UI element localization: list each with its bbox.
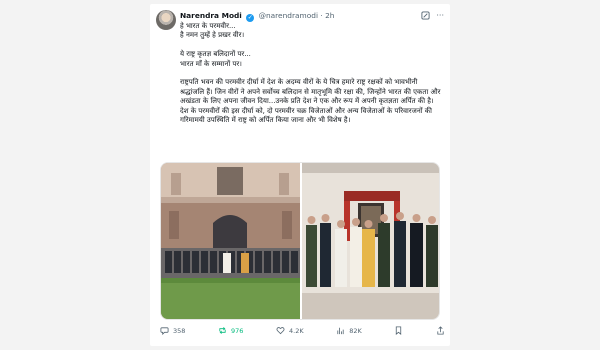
tweet-media[interactable] <box>160 162 440 320</box>
repost-count: 976 <box>231 326 244 335</box>
verified-badge-icon: ✓ <box>246 14 255 22</box>
photo-dignitaries-indoor-image <box>302 163 439 319</box>
repost-button[interactable]: 976 <box>218 326 243 335</box>
separator-dot: · <box>320 11 323 20</box>
views-icon <box>337 327 344 335</box>
photo-dignitaries-indoor[interactable] <box>302 163 439 319</box>
reply-count: 358 <box>173 326 186 335</box>
views-count: 82K <box>349 326 362 335</box>
tweet-time[interactable]: 2h <box>325 11 334 20</box>
share-button[interactable] <box>436 326 445 335</box>
like-icon <box>276 327 285 335</box>
bookmark-icon <box>396 326 402 335</box>
author-handle[interactable]: @narendramodi <box>259 11 318 20</box>
views-button[interactable]: 82K <box>336 326 362 335</box>
tweet-header: Narendra Modi ✓ @narendramodi · 2h <box>180 11 334 22</box>
like-count: 4.2K <box>289 326 304 335</box>
reply-button[interactable]: 358 <box>160 326 185 335</box>
tweet-actions: 358 976 4.2K 82K <box>160 326 445 335</box>
avatar[interactable] <box>156 10 176 30</box>
tweet-paragraph-2: ये राष्ट्र कृतज्ञ बलिदानों पर... भारत मा… <box>180 50 251 68</box>
photo-group-at-building[interactable] <box>161 163 300 319</box>
like-button[interactable]: 4.2K <box>276 326 304 335</box>
share-icon <box>437 326 444 335</box>
tweet-card[interactable]: Narendra Modi ✓ @narendramodi · 2h ··· ह… <box>150 4 450 346</box>
tweet-text: हे भारत के परमवीर... है नमन तुम्हें हे प… <box>180 22 442 135</box>
repost-icon <box>219 327 226 334</box>
tweet-paragraph-3: राष्ट्रपति भवन की परमवीर दीर्घा में देश … <box>180 78 441 125</box>
photo-group-at-building-image <box>161 163 300 319</box>
tweet-paragraph-1: हे भारत के परमवीर... है नमन तुम्हें हे प… <box>180 22 245 40</box>
reply-icon <box>160 327 169 335</box>
bookmark-button[interactable] <box>394 326 403 335</box>
author-name[interactable]: Narendra Modi <box>180 11 242 20</box>
